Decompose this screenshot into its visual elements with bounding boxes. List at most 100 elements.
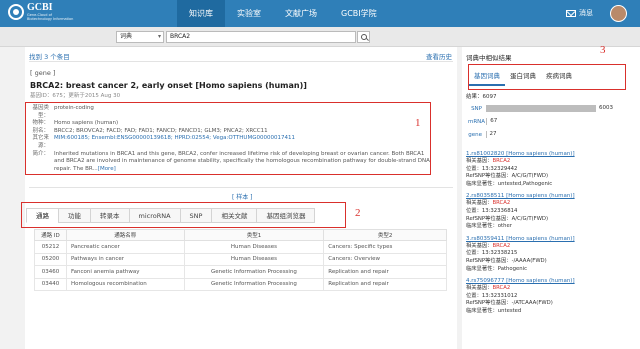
search-input[interactable]: BRCA2 [166, 31, 356, 43]
bar-row[interactable]: SNP 6003 [468, 102, 636, 115]
pathway-id-link[interactable]: 03460 [34, 265, 67, 279]
column-header[interactable]: 类型1 [183, 229, 325, 241]
bar-row[interactable]: mRNA 67 [468, 115, 636, 128]
info-label: 简介： [32, 150, 49, 157]
gcbi-logo[interactable]: GCBI Gene-Cloud of Biotechnology Informa… [8, 3, 73, 21]
mail-icon [566, 9, 576, 17]
pathway-name-link[interactable]: Pancreatic cancer [65, 240, 185, 254]
bar-label[interactable]: mRNA [468, 119, 486, 125]
bar-label[interactable]: gene [468, 132, 486, 138]
external-source-links[interactable]: MIM:600185; Ensembl:ENSG00000139618; HPR… [54, 135, 295, 150]
tab-literature[interactable]: 相关文献 [211, 208, 258, 223]
table-row: 03440 Homologous recombination Genetic I… [34, 277, 447, 291]
column-header[interactable]: 通路名称 [65, 229, 185, 241]
tab-microrna[interactable]: microRNA [128, 208, 181, 223]
info-row-species: 物种： Homo sapiens (human) [31, 120, 433, 128]
result-gene-label: 相关基因： [466, 242, 493, 249]
tab-transcript[interactable]: 转录本 [90, 208, 130, 223]
info-value: Homo sapiens (human) [54, 120, 119, 127]
result-allele: RefSNP等位基因：-/ATCAAA(FWD) [466, 300, 553, 307]
info-label: 基因类型： [32, 105, 49, 119]
messages-link[interactable]: 消息 [566, 8, 593, 18]
sample-link[interactable]: [ 样本 ] [232, 192, 253, 201]
result-allele: RefSNP等位基因：A/C/G/T(FWD) [466, 173, 549, 180]
pathway-type1: Genetic Information Processing [183, 265, 325, 279]
user-avatar[interactable] [610, 5, 627, 22]
more-link[interactable]: [More] [98, 166, 116, 172]
pathway-id-link[interactable]: 05200 [34, 252, 67, 266]
result-title-link[interactable]: 4.rs75096777 [Homo sapiens (human)] [466, 277, 638, 285]
table-header-row: 通路 ID 通路名称 类型1 类型2 [34, 229, 447, 241]
tab-gene-dictionary[interactable]: 基因词典 [469, 66, 505, 86]
result-allele: RefSNP等位基因：-/AAAA(FWD) [466, 257, 547, 264]
table-row: 03460 Fanconi anemia pathway Genetic Inf… [34, 265, 447, 279]
results-count[interactable]: 找到 3 个条目 [29, 51, 70, 61]
pathway-name-link[interactable]: Homologous recombination [65, 277, 185, 291]
bar-value: 27 [489, 131, 497, 137]
pathway-name-link[interactable]: Pathways in cancer [65, 252, 185, 266]
search-scope-select[interactable]: 词典 [116, 31, 164, 43]
gene-meta: 基因ID：675；更新于2015 Aug 30 [30, 93, 121, 99]
side-panel-title: 词典中相似结果 [466, 54, 512, 62]
bar-value: 67 [490, 118, 498, 124]
bar-label[interactable]: SNP [468, 106, 486, 112]
messages-label: 消息 [579, 9, 593, 17]
column-header[interactable]: 类型2 [323, 229, 447, 241]
info-row-aliases: 别名： BRCC2; BROVCA2; FACD; FAD; FAD1; FAN… [31, 128, 433, 136]
logo-subtitle-2: Biotechnology Information [27, 17, 74, 21]
pathway-id-link[interactable]: 05212 [34, 240, 67, 254]
result-gene-value: BRCA2 [492, 200, 511, 207]
pathway-type2: Replication and repair [323, 265, 447, 279]
main-nav: 知识库 实验室 文献广场 GCBI学院 [177, 0, 389, 27]
list-item: 4.rs75096777 [Homo sapiens (human)] 相关基因… [466, 277, 638, 315]
result-gene-label: 相关基因： [466, 285, 493, 292]
nav-knowledge-base[interactable]: 知识库 [177, 0, 225, 27]
top-nav-bar: GCBI Gene-Cloud of Biotechnology Informa… [0, 0, 640, 27]
tab-protein-dictionary[interactable]: 蛋白词典 [505, 66, 541, 86]
pathway-type2: Cancers: Specific types [323, 240, 447, 254]
tab-function[interactable]: 功能 [58, 208, 91, 223]
tab-disease-dictionary[interactable]: 疾病词典 [541, 66, 577, 86]
divider [29, 187, 453, 188]
nav-literature[interactable]: 文献广场 [273, 0, 329, 27]
pathway-name-link[interactable]: Fanconi anemia pathway [65, 265, 185, 279]
nav-lab[interactable]: 实验室 [225, 0, 273, 27]
result-gene: 相关基因：BRCA2 [466, 158, 638, 166]
results-total: 结果：6097 [466, 94, 497, 100]
pathway-type1: Genetic Information Processing [183, 277, 325, 291]
bar-row[interactable]: gene 27 [468, 128, 636, 141]
callout-1: 1 [415, 117, 421, 129]
main-panel: 找到 3 个条目 查看历史 [ gene ] BRCA2: breast can… [21, 47, 457, 349]
entry-type-tag: [ gene ] [30, 69, 56, 77]
tab-pathway[interactable]: 通路 [26, 208, 59, 223]
search-bar: 词典 BRCA2 [0, 27, 640, 47]
list-item: 3.rs80359411 [Homo sapiens (human)] 相关基因… [466, 235, 638, 273]
view-history-link[interactable]: 查看历史 [426, 51, 452, 61]
logo-title: GCBI [27, 2, 53, 13]
list-item: 1.rs81002820 [Homo sapiens (human)] 相关基因… [466, 150, 638, 188]
result-title-link[interactable]: 1.rs81002820 [Homo sapiens (human)] [466, 150, 638, 158]
nav-academy[interactable]: GCBI学院 [329, 0, 389, 27]
pathway-type1: Human Diseases [183, 252, 325, 266]
dictionary-tabs: 基因词典 蛋白词典 疾病词典 [469, 66, 577, 86]
pathway-id-link[interactable]: 03440 [34, 277, 67, 291]
result-type-bars: SNP 6003 mRNA 67 gene 27 [468, 102, 636, 141]
info-label: 其它来源： [32, 135, 49, 149]
pathway-table: 通路 ID 通路名称 类型1 类型2 05212 Pancreatic canc… [34, 229, 447, 291]
result-position: 位置：13:32338215 [466, 250, 518, 257]
result-significance: 临床显著性：other [466, 223, 512, 230]
result-significance: 临床显著性：untested,Pathogenic [466, 180, 553, 187]
column-header[interactable]: 通路 ID [34, 229, 67, 241]
info-label: 物种： [32, 120, 49, 127]
info-value: protein-coding [54, 105, 94, 111]
gene-info: 基因类型： protein-coding 物种： Homo sapiens (h… [31, 105, 433, 173]
tab-snp[interactable]: SNP [179, 208, 213, 223]
bar-fill [486, 105, 596, 112]
search-button[interactable] [357, 31, 370, 43]
result-gene-value: BRCA2 [492, 242, 511, 249]
tab-genome-browser[interactable]: 基因组浏览器 [256, 208, 316, 223]
result-title-link[interactable]: 3.rs80359411 [Homo sapiens (human)] [466, 235, 638, 243]
callout-3: 3 [600, 44, 606, 56]
info-row-summary: 简介： Inherited mutations in BRCA1 and thi… [31, 151, 433, 174]
pathway-type2: Cancers: Overview [323, 252, 447, 266]
